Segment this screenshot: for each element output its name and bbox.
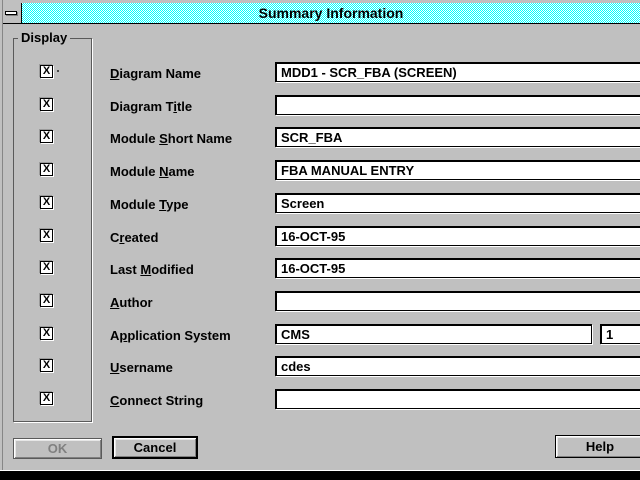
text-field[interactable]: 16-OCT-95 [275,226,640,246]
text-field[interactable]: FBA MANUAL ENTRY [275,160,640,180]
checkbox-x-icon: X [43,98,50,110]
checkbox-x-icon: X [43,130,50,142]
display-checkbox[interactable]: X [40,327,53,340]
display-checkbox[interactable]: X [40,196,53,209]
display-checkbox[interactable]: X [40,294,53,307]
display-checkbox[interactable]: X [40,359,53,372]
text-field[interactable] [275,389,640,409]
cancel-button[interactable]: Cancel [112,436,198,459]
checkbox-x-icon: X [43,229,50,241]
field-label: Diagram Name [110,66,201,81]
text-field[interactable]: cdes [275,356,640,376]
field-label: Module Name [110,164,195,179]
text-field[interactable]: CMS [275,324,592,344]
display-checkbox[interactable]: X [40,392,53,405]
text-field[interactable]: Screen [275,193,640,213]
field-label: Created [110,230,158,245]
summary-information-dialog: Summary Information Display X Diagram Nam… [0,0,640,471]
text-field[interactable] [275,95,640,115]
checkbox-x-icon: X [43,261,50,273]
text-field-secondary[interactable]: 1 [600,324,640,344]
display-checkbox[interactable]: X [40,98,53,111]
title-bar[interactable]: Summary Information [22,3,640,24]
system-menu-button[interactable] [3,3,22,24]
stray-pixel-dot [57,70,59,72]
control-menu-dash-icon [5,11,17,15]
text-field[interactable]: 16-OCT-95 [275,258,640,278]
field-label: Connect String [110,393,203,408]
field-label: Module Short Name [110,131,232,146]
text-field[interactable]: MDD1 - SCR_FBA (SCREEN) [275,62,640,82]
window-left-border [2,0,3,470]
checkbox-x-icon: X [43,196,50,208]
text-field[interactable]: SCR_FBA [275,127,640,147]
checkbox-x-icon: X [43,359,50,371]
checkbox-x-icon: X [43,65,50,77]
ok-button[interactable]: OK [13,438,102,459]
field-label: Application System [110,328,231,343]
checkbox-x-icon: X [43,294,50,306]
help-button[interactable]: Help [555,435,640,458]
display-checkbox[interactable]: X [40,163,53,176]
display-group-label: Display [18,30,70,45]
display-checkbox[interactable]: X [40,261,53,274]
window-title: Summary Information [259,5,404,21]
display-checkbox[interactable]: X [40,229,53,242]
field-label: Diagram Title [110,99,192,114]
checkbox-x-icon: X [43,163,50,175]
checkbox-x-icon: X [43,392,50,404]
checkbox-x-icon: X [43,327,50,339]
field-label: Author [110,295,153,310]
field-label: Module Type [110,197,189,212]
text-field[interactable] [275,291,640,311]
display-checkbox[interactable]: X [40,130,53,143]
display-checkbox[interactable]: X [40,65,53,78]
field-label: Last Modified [110,262,194,277]
field-label: Username [110,360,173,375]
